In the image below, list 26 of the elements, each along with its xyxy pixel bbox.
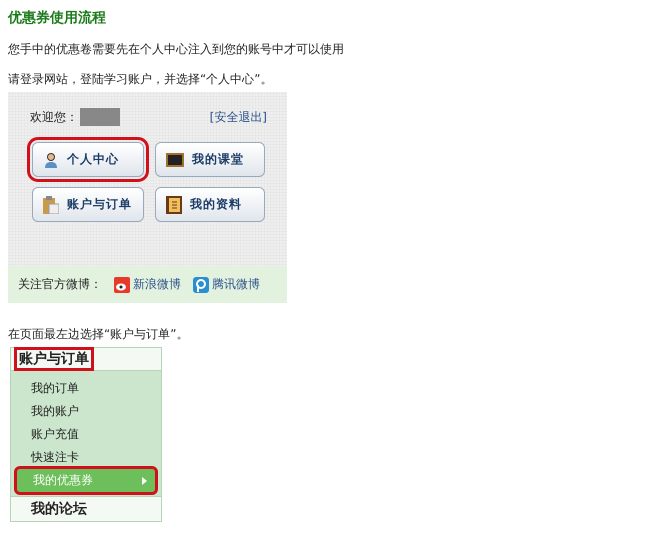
nav-button[interactable]: 我的课堂 (155, 142, 265, 177)
follow-label: 关注官方微博： (18, 276, 102, 293)
nav-button[interactable]: 账户与订单 (32, 187, 144, 222)
menu-item[interactable]: 快速注卡 (15, 446, 157, 469)
step-text: 请登录网站，登陆学习账户，并选择“个人中心”。 (8, 72, 272, 86)
book-icon (166, 196, 182, 214)
redacted-username (80, 108, 120, 126)
blackboard-icon (166, 152, 184, 166)
arrow-icon (142, 476, 147, 484)
welcome-label: 欢迎您： (30, 108, 78, 126)
weibo-link[interactable]: 腾讯微博 (193, 276, 260, 293)
weibo-icon (193, 276, 209, 292)
weibo-icon (114, 276, 130, 292)
menu-item[interactable]: 账户充值 (15, 423, 157, 446)
weibo-link[interactable]: 新浪微博 (114, 276, 181, 293)
menu-header-title: 账户与订单 (17, 350, 91, 368)
menu-item[interactable]: 我的账户 (15, 400, 157, 423)
clipboard-icon (43, 196, 59, 214)
nav-button[interactable]: 我的资料 (155, 187, 265, 222)
menu-item[interactable]: 我的订单 (15, 377, 157, 400)
intro-text: 您手中的优惠卷需要先在个人中心注入到您的账号中才可以使用 (8, 42, 344, 56)
menu-footer[interactable]: 我的论坛 (11, 496, 161, 521)
step-text: 在页面最左边选择“账户与订单”。 (8, 327, 188, 341)
logout-link[interactable]: [安全退出] (210, 108, 267, 126)
person-icon (43, 152, 59, 168)
page-title: 优惠券使用流程 (8, 8, 106, 28)
